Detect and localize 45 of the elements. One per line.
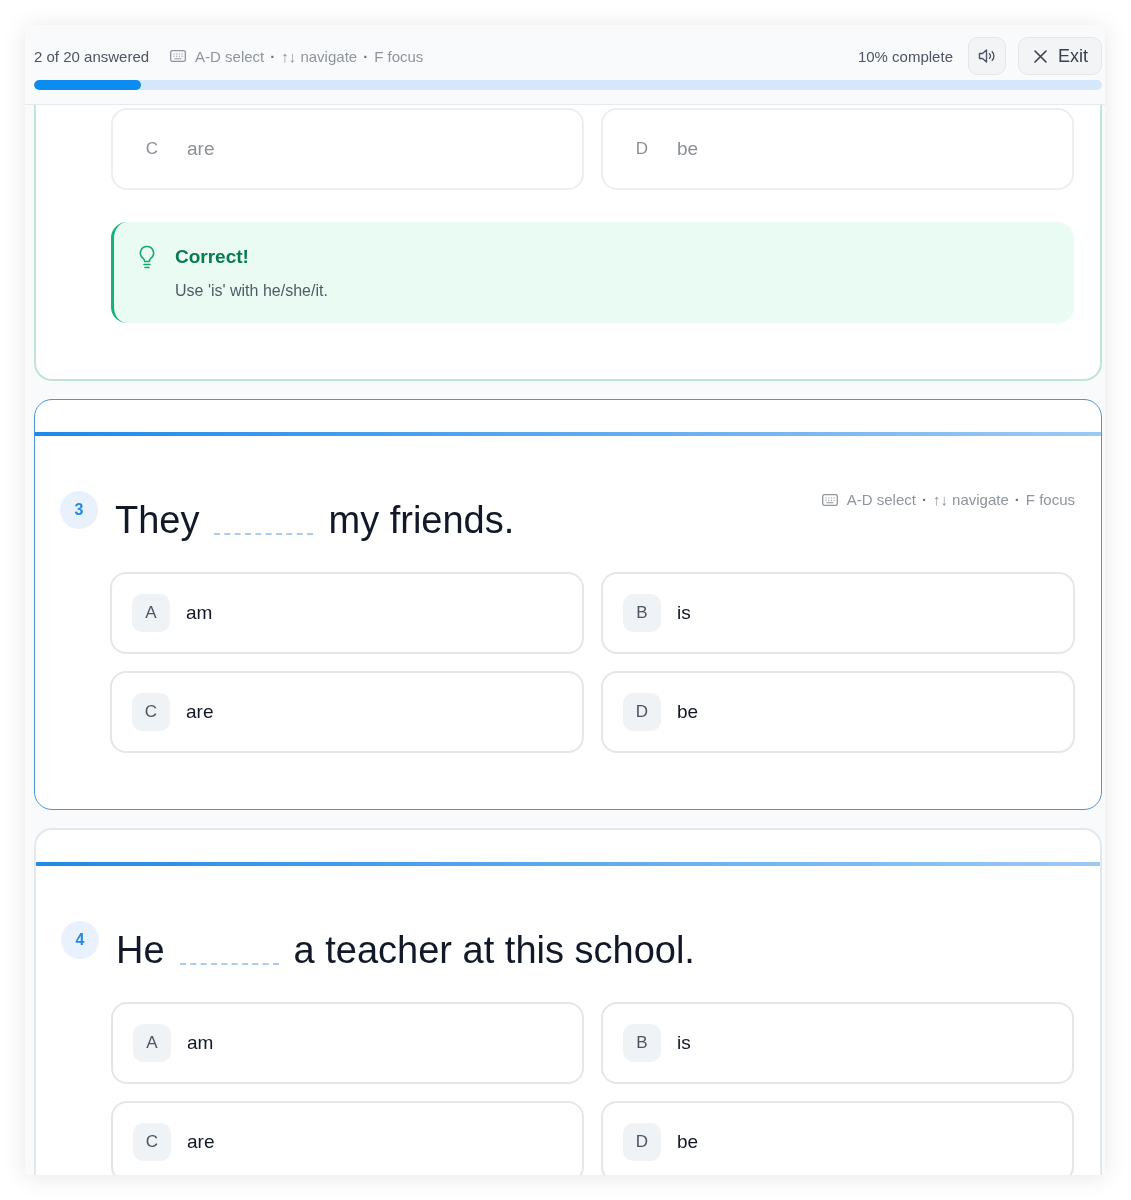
completion-text: 10% complete [857,47,953,65]
hint-separator: · [921,491,927,509]
option-letter: D [623,693,661,731]
feedback-text: Use 'is' with he/she/it. [175,281,328,301]
option-letter: A [132,594,170,632]
shortcut-hint: A-D select [846,491,916,509]
option-letter: B [623,1024,661,1062]
option-letter: C [144,138,160,160]
option-letter: D [634,138,650,160]
sound-button[interactable] [968,37,1006,75]
keyboard-icon [170,50,187,62]
answer-option[interactable]: D be [601,671,1075,753]
answer-option[interactable]: C are [110,671,584,753]
answer-option[interactable]: A am [110,572,584,654]
question-number: 4 [61,921,99,959]
answer-option[interactable]: A am [111,1002,584,1084]
answer-option[interactable]: C are [111,1101,584,1175]
hint-separator: · [363,47,369,65]
option-letter: A [133,1024,171,1062]
question-text: They [115,498,200,542]
feedback-title: Correct! [175,245,250,269]
shortcut-hint: ↑↓ navigate [932,491,1009,509]
hint-separator: · [270,47,276,65]
question-text: a teacher at this school. [293,928,695,972]
question-text: my friends. [328,498,515,542]
shortcut-hint: F focus [374,47,424,65]
hint-separator: · [1014,491,1020,509]
answer-option[interactable]: B is [601,1002,1074,1084]
answer-option[interactable]: B is [601,572,1075,654]
shortcut-hint: ↑↓ navigate [281,47,358,65]
close-icon [1034,49,1047,63]
option-letter: D [623,1123,661,1161]
speaker-icon [978,48,996,64]
keyboard-icon [821,494,838,506]
option-letter: B [623,594,661,632]
answered-count: 2 of 20 answered [34,47,150,65]
shortcut-hint: F focus [1025,491,1075,509]
answer-option[interactable]: D be [601,1101,1074,1175]
question-number: 3 [60,491,98,529]
shortcut-hint: A-D select [195,47,265,65]
option-letter: C [133,1123,171,1161]
lightbulb-icon [138,245,156,269]
option-letter: C [132,693,170,731]
exit-button[interactable]: Exit [1018,37,1102,75]
question-text: He [116,928,165,972]
